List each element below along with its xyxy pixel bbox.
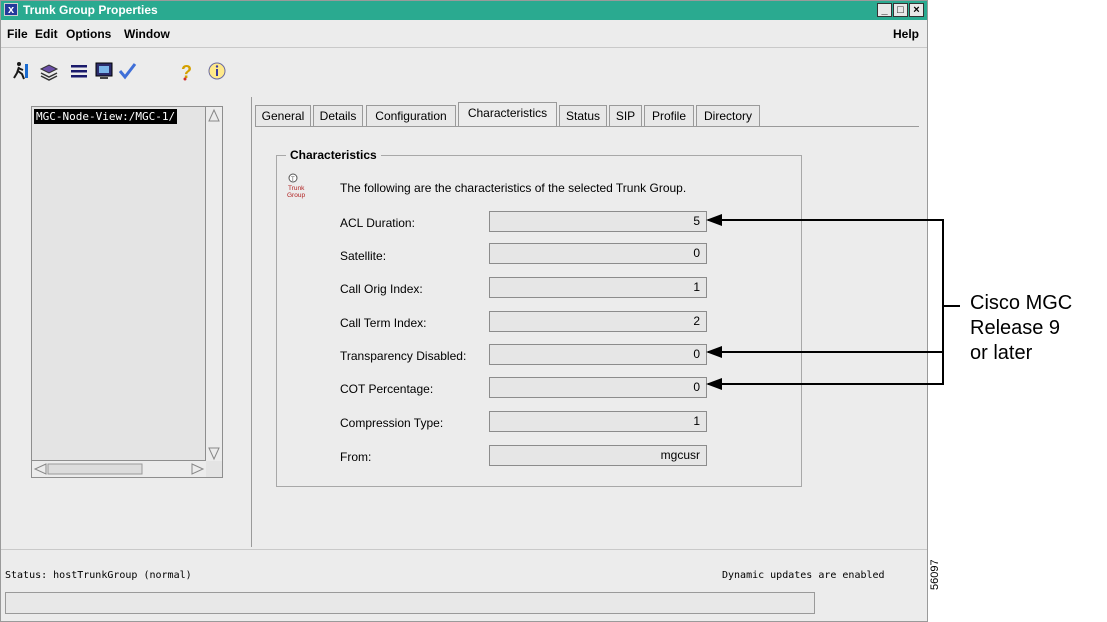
arrowhead-acl-duration <box>706 214 722 226</box>
callout-bracket-line <box>708 219 960 385</box>
arrowhead-transparency-disabled <box>706 346 722 358</box>
release-callout: Cisco MGC Release 9 or later <box>970 291 1072 366</box>
callout-line-3: or later <box>970 342 1033 364</box>
callout-line-2: Release 9 <box>970 317 1061 339</box>
figure-id: 56097 <box>929 559 941 590</box>
callout-line-1: Cisco MGC <box>970 292 1073 314</box>
arrowhead-cot-percentage <box>706 378 722 390</box>
callout-arrows <box>706 214 960 390</box>
